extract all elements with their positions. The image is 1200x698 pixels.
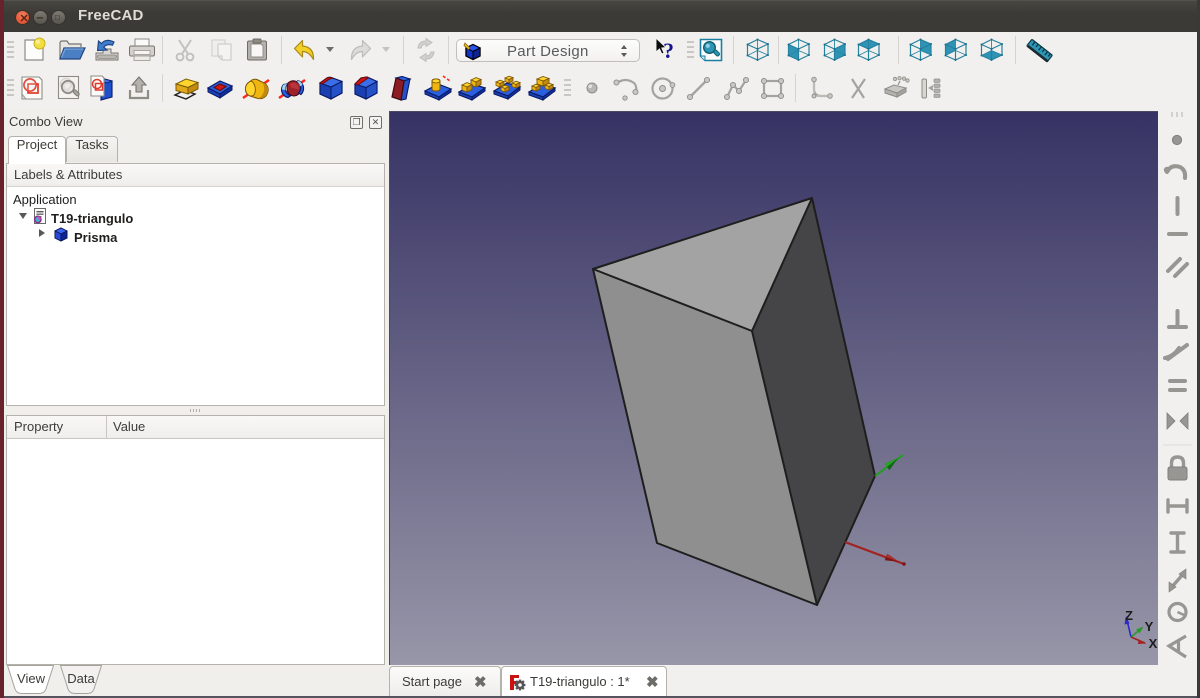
svg-text:X: X — [1149, 636, 1158, 651]
svg-text:?: ? — [663, 38, 674, 63]
svg-text:Z: Z — [1125, 608, 1133, 623]
svg-text:Data: Data — [67, 671, 95, 686]
svg-text:View: View — [17, 671, 46, 686]
svg-text:Y: Y — [1145, 619, 1154, 634]
